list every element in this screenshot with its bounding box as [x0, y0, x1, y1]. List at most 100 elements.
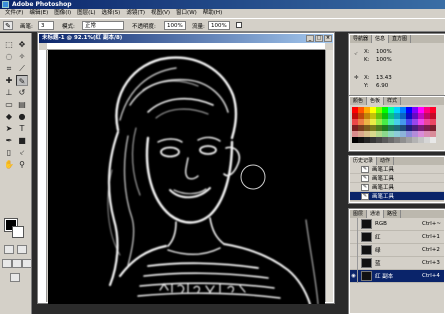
tab-histogram[interactable]: 直方图	[389, 35, 412, 43]
info-x-label: X:	[364, 49, 370, 55]
opacity-input[interactable]: 100%	[164, 21, 186, 30]
minimize-button[interactable]: _	[306, 35, 314, 42]
channels-panel: 图层 通道 路径 RGB Ctrl+~ 红 Ctrl+1 绿 Ctrl+2 蓝 …	[348, 208, 445, 314]
shape-tool-icon[interactable]: ■	[16, 135, 28, 146]
photoshop-icon	[2, 1, 9, 8]
healing-brush-tool-icon[interactable]: ✚	[3, 75, 15, 86]
info-x-value: 100%	[376, 49, 392, 55]
document-titlebar[interactable]: 未标题-1 @ 92.1%(红 副本/8) _ □ ×	[39, 34, 333, 43]
menu-bar: 文件(F) 编辑(E) 图像(I) 图层(L) 选择(S) 滤镜(T) 视图(V…	[0, 9, 445, 18]
menu-select[interactable]: 选择(S)	[100, 9, 123, 18]
eyedropper-tool-icon[interactable]: ⸔	[16, 147, 28, 158]
tab-styles[interactable]: 样式	[384, 97, 402, 105]
maximize-button[interactable]: □	[315, 35, 323, 42]
brush-cursor	[240, 164, 266, 190]
magic-wand-tool-icon[interactable]: ✧	[16, 51, 28, 62]
brush-tool-preset-icon[interactable]: ✎	[3, 21, 13, 30]
brush-icon: ✎	[361, 165, 369, 173]
visibility-toggle[interactable]	[350, 217, 358, 231]
tab-paths[interactable]: 路径	[384, 210, 402, 218]
eye-icon[interactable]: ◉	[350, 269, 358, 283]
standard-mode-button[interactable]	[4, 245, 14, 254]
hand-tool-icon[interactable]: ✋	[3, 159, 15, 170]
zoom-tool-icon[interactable]: ⚲	[16, 159, 28, 170]
slice-tool-icon[interactable]: ⟋	[16, 63, 28, 74]
crosshair-icon: ✛	[354, 75, 359, 81]
image-canvas[interactable]	[48, 50, 325, 304]
crop-tool-icon[interactable]: ⌗	[3, 63, 15, 74]
quick-mask-mode-button[interactable]	[17, 245, 27, 254]
notes-tool-icon[interactable]: ▯	[3, 147, 15, 158]
visibility-toggle[interactable]	[350, 230, 358, 244]
tab-color[interactable]: 颜色	[350, 97, 368, 105]
jump-to-imageready-button[interactable]	[10, 273, 20, 282]
channel-row-blue[interactable]: 蓝 Ctrl+3	[350, 256, 444, 270]
menu-layer[interactable]: 图层(L)	[75, 9, 97, 18]
brush-icon: ✎	[361, 183, 369, 191]
menu-edit[interactable]: 编辑(E)	[27, 9, 50, 18]
pen-tool-icon[interactable]: ✒	[3, 135, 15, 146]
swatch-grid[interactable]	[350, 105, 444, 145]
horizontal-ruler[interactable]	[47, 43, 325, 50]
info-ycoord-value: 6.90	[376, 83, 389, 89]
tab-navigator[interactable]: 导航器	[350, 35, 373, 43]
history-brush-tool-icon[interactable]: ↺	[16, 87, 28, 98]
info-k-value: 100%	[376, 57, 392, 63]
tab-info[interactable]: 信息	[372, 35, 390, 43]
marquee-tool-icon[interactable]: ⬚	[3, 39, 15, 50]
tab-history[interactable]: 历史记录	[350, 157, 378, 165]
channel-row-green[interactable]: 绿 Ctrl+2	[350, 243, 444, 257]
history-panel: 历史记录 动作 ✎ 画笔工具 ✎ 画笔工具 ✎ 画笔工具 ✎ 画笔工具	[348, 155, 445, 204]
visibility-toggle[interactable]	[350, 256, 358, 270]
brush-size-picker[interactable]: 3	[38, 21, 54, 30]
dodge-tool-icon[interactable]: ●	[16, 111, 28, 122]
lasso-tool-icon[interactable]: ◌	[3, 51, 15, 62]
flow-label: 流量:	[192, 24, 205, 30]
screen-mode-full-button[interactable]	[22, 259, 32, 268]
flow-input[interactable]: 100%	[208, 21, 230, 30]
tab-swatches[interactable]: 色板	[367, 97, 385, 105]
background-color-swatch[interactable]	[12, 226, 24, 238]
mode-label: 模式:	[62, 24, 75, 30]
channel-row-rgb[interactable]: RGB Ctrl+~	[350, 217, 444, 231]
brush-icon: ✎	[361, 174, 369, 182]
menu-help[interactable]: 帮助(H)	[201, 9, 224, 18]
eraser-tool-icon[interactable]: ▭	[3, 99, 15, 110]
screen-mode-menubar-button[interactable]	[12, 259, 22, 268]
close-button[interactable]: ×	[324, 35, 332, 42]
channel-row-red-copy[interactable]: ◉ 红 副本 Ctrl+4	[350, 269, 444, 283]
info-ycoord-label: Y:	[364, 83, 369, 89]
brush-tool-icon[interactable]: ✎	[16, 75, 28, 86]
tab-channels[interactable]: 通道	[367, 210, 385, 218]
toolbox: ⬚ ✥ ◌ ✧ ⌗ ⟋ ✚ ✎ ⊥ ↺ ▭ ▤ ◆ ● ➤ T ✒ ■ ▯ ⸔ …	[0, 33, 32, 314]
channel-row-red[interactable]: 红 Ctrl+1	[350, 230, 444, 244]
type-tool-icon[interactable]: T	[16, 123, 28, 134]
info-k-label: K:	[364, 57, 370, 63]
history-item[interactable]: ✎ 画笔工具	[350, 183, 444, 192]
vertical-scrollbar[interactable]	[325, 50, 333, 302]
color-swatch[interactable]	[430, 137, 436, 143]
clone-stamp-tool-icon[interactable]: ⊥	[3, 87, 15, 98]
menu-filter[interactable]: 滤镜(T)	[124, 9, 147, 18]
eyedropper-icon: ⸔	[354, 51, 359, 57]
move-tool-icon[interactable]: ✥	[16, 39, 28, 50]
airbrush-toggle[interactable]	[236, 22, 242, 28]
opacity-label: 不透明度:	[132, 24, 156, 30]
blur-tool-icon[interactable]: ◆	[3, 111, 15, 122]
tab-actions[interactable]: 动作	[377, 157, 395, 165]
history-item[interactable]: ✎ 画笔工具	[350, 165, 444, 174]
gradient-tool-icon[interactable]: ▤	[16, 99, 28, 110]
vertical-ruler[interactable]	[39, 50, 47, 302]
menu-view[interactable]: 视图(V)	[149, 9, 172, 18]
visibility-toggle[interactable]	[350, 243, 358, 257]
history-item[interactable]: ✎ 画笔工具	[350, 174, 444, 183]
mode-select[interactable]: 正常	[82, 21, 124, 30]
channel-thumbnail	[361, 245, 372, 255]
screen-mode-standard-button[interactable]	[2, 259, 12, 268]
path-selection-tool-icon[interactable]: ➤	[3, 123, 15, 134]
menu-image[interactable]: 图像(I)	[52, 9, 73, 18]
history-item-selected[interactable]: ✎ 画笔工具	[350, 192, 444, 201]
menu-file[interactable]: 文件(F)	[3, 9, 25, 18]
app-titlebar: Adobe Photoshop	[0, 0, 445, 9]
menu-window[interactable]: 窗口(W)	[174, 9, 199, 18]
